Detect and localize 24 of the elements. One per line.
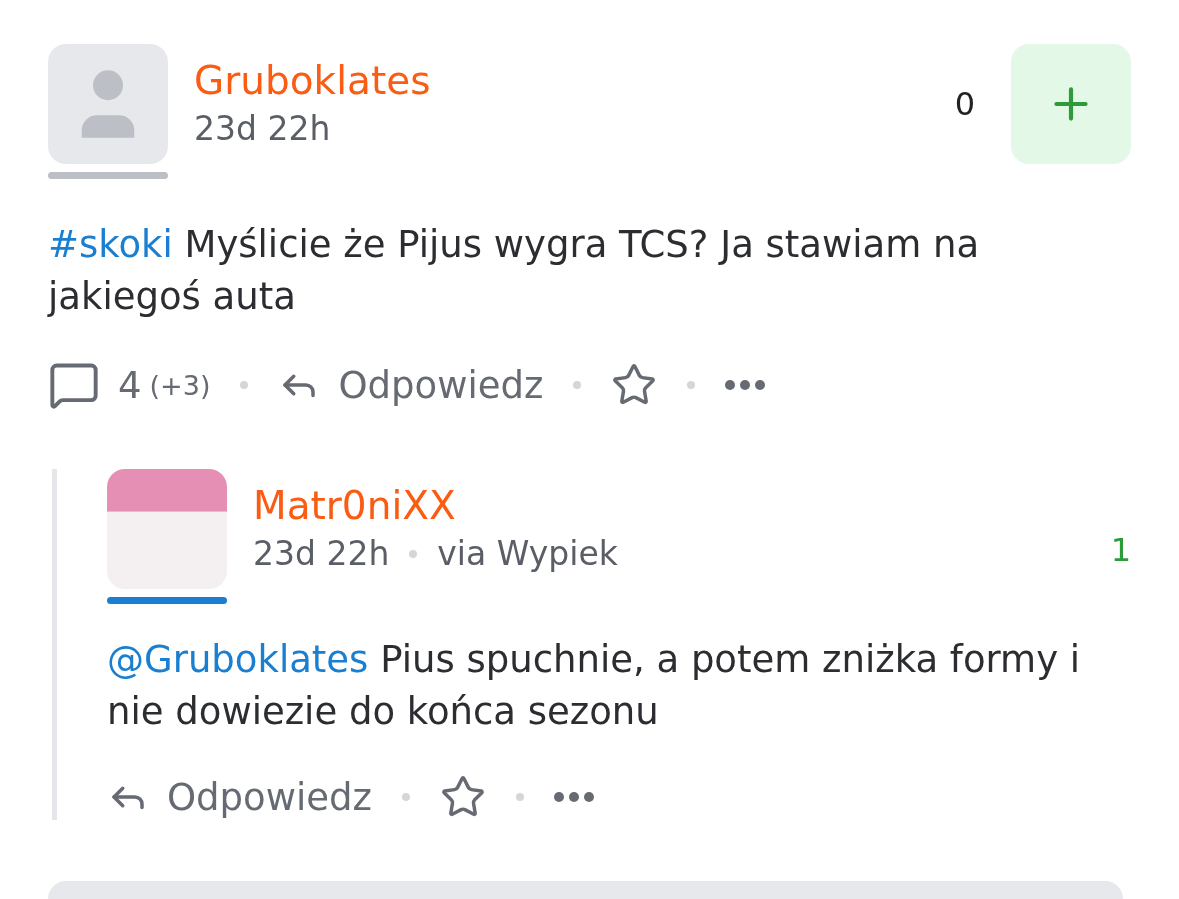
username[interactable]: Matr0niXX <box>253 483 1085 528</box>
reply-button[interactable]: Odpowiedz <box>278 363 544 407</box>
score: 1 <box>1110 531 1131 569</box>
timestamp: 23d 22h <box>253 534 390 573</box>
separator-dot <box>515 793 524 801</box>
separator-dot <box>240 381 249 389</box>
more-button[interactable] <box>725 380 766 390</box>
score: 0 <box>954 85 975 123</box>
reply-button[interactable]: Odpowiedz <box>107 775 372 819</box>
tag-link[interactable]: @Gruboklates <box>107 638 369 681</box>
separator-dot <box>573 381 582 389</box>
separator-dot <box>687 381 696 389</box>
more-icon <box>553 792 594 802</box>
post-text: #skoki Myślicie że Pijus wygra TCS? Ja stawiam na jakiegoś auta <box>48 222 981 320</box>
tag-link[interactable]: #skoki <box>48 223 173 266</box>
separator-dot <box>409 549 418 558</box>
post-text: @Gruboklates Pius spuchnie, a potem zniżka formy i nie dowiezie do końca sezonu <box>107 637 1082 735</box>
more-icon <box>725 380 766 390</box>
more-button[interactable] <box>553 792 594 802</box>
via-label: via Wypiek <box>437 534 618 573</box>
timestamp: 23d 22h <box>194 109 331 148</box>
comments-button[interactable]: 4 (+3) <box>48 359 211 411</box>
separator-dot <box>401 793 410 801</box>
username[interactable]: Gruboklates <box>194 58 929 103</box>
